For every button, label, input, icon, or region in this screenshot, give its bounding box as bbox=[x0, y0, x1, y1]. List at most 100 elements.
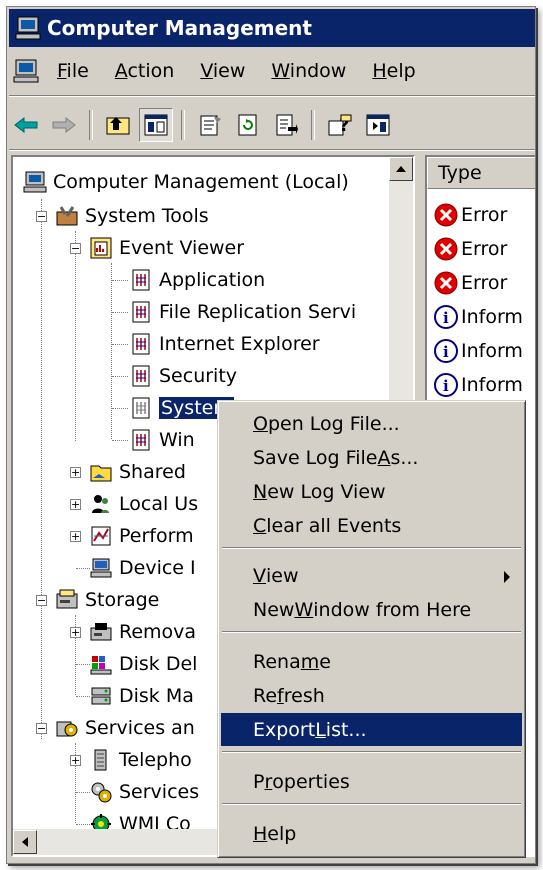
event-row[interactable]: Error bbox=[433, 267, 507, 299]
tree-item-shared-folders[interactable]: Shared bbox=[89, 457, 186, 487]
log-icon bbox=[132, 429, 150, 451]
up-one-level-button[interactable] bbox=[101, 108, 135, 142]
event-row[interactable]: Error bbox=[433, 233, 507, 265]
tree-item-label: Shared bbox=[119, 461, 186, 483]
title-bar[interactable]: Computer Management bbox=[9, 9, 535, 47]
properties-button[interactable] bbox=[193, 108, 227, 142]
show-hide-action-pane-button[interactable] bbox=[361, 108, 395, 142]
collapse-system-tools[interactable]: − bbox=[36, 211, 47, 222]
tree-item-label: Perform bbox=[119, 525, 194, 547]
event-row[interactable]: i Inform bbox=[433, 369, 523, 401]
collapse-services-and-applications[interactable]: − bbox=[36, 723, 47, 734]
tree-line bbox=[76, 696, 90, 697]
export-list-icon bbox=[276, 114, 298, 136]
tree-item-label: Telepho bbox=[119, 749, 192, 771]
event-type-label: Inform bbox=[461, 374, 523, 396]
tree-item-label: Security bbox=[159, 365, 238, 387]
forward-button[interactable] bbox=[47, 108, 81, 142]
menu-item-export-list[interactable]: Export List... bbox=[221, 713, 522, 746]
menu-item-refresh[interactable]: Re f resh bbox=[221, 679, 522, 712]
up-folder-icon bbox=[106, 117, 130, 135]
menu-separator bbox=[222, 803, 521, 805]
tree-item-file-replication-log[interactable]: File Replication Servi bbox=[129, 297, 356, 327]
tree-item-services-and-applications[interactable]: Services an bbox=[55, 713, 195, 743]
scroll-left-button[interactable] bbox=[13, 830, 37, 854]
tree-item-label: System Tools bbox=[85, 205, 209, 227]
scroll-up-arrow-icon bbox=[396, 166, 406, 172]
services-and-applications-icon bbox=[56, 721, 78, 737]
storage-icon bbox=[56, 589, 78, 609]
system-menu-icon[interactable] bbox=[13, 58, 39, 84]
menu-window[interactable]: Window bbox=[263, 60, 354, 82]
column-header-type[interactable]: Type bbox=[427, 157, 535, 189]
refresh-button[interactable] bbox=[231, 108, 265, 142]
users-icon bbox=[92, 495, 109, 513]
tree-item-disk-defragmenter[interactable]: Disk Del bbox=[89, 649, 197, 679]
menu-item-open-log-file[interactable]: Open Log File... bbox=[221, 407, 522, 440]
device-manager-icon bbox=[90, 558, 112, 578]
submenu-arrow-icon bbox=[504, 571, 510, 583]
menu-item-rename[interactable]: Rena m e bbox=[221, 645, 522, 678]
menu-item-new-log-view[interactable]: New Log View bbox=[221, 475, 522, 508]
tree-item-application-log[interactable]: Application bbox=[129, 265, 265, 295]
tree-item-system-tools[interactable]: System Tools bbox=[55, 201, 209, 231]
expand-local-users[interactable]: + bbox=[70, 499, 81, 510]
column-header-label: Type bbox=[438, 162, 482, 184]
expand-shared-folders[interactable]: + bbox=[70, 467, 81, 478]
tree-item-storage[interactable]: Storage bbox=[55, 585, 159, 615]
toolbar-separator-line bbox=[9, 149, 535, 151]
back-button[interactable] bbox=[9, 108, 43, 142]
menu-item-clear-all-events[interactable]: Clear all Events bbox=[221, 509, 522, 542]
collapse-event-viewer[interactable]: − bbox=[70, 243, 81, 254]
menu-view[interactable]: View bbox=[192, 60, 253, 82]
menu-item-view[interactable]: View bbox=[221, 559, 522, 592]
tree-item-root[interactable]: Computer Management (Local) bbox=[23, 167, 349, 197]
menu-separator bbox=[9, 95, 535, 97]
log-icon bbox=[132, 397, 150, 419]
tree-item-services[interactable]: Services bbox=[89, 777, 199, 807]
tree-item-label: Computer Management (Local) bbox=[53, 171, 349, 193]
export-list-button[interactable] bbox=[269, 108, 303, 142]
event-row[interactable]: Error bbox=[433, 199, 507, 231]
tree-item-telephony[interactable]: Telepho bbox=[89, 745, 192, 775]
toolbar-separator bbox=[89, 110, 93, 140]
tree-item-local-users[interactable]: Local Us bbox=[89, 489, 198, 519]
svg-text:i: i bbox=[443, 377, 449, 395]
tree-item-label: Event Viewer bbox=[119, 237, 245, 259]
tree-item-security-log[interactable]: Security bbox=[129, 361, 237, 391]
tree-item-label: File Replication Servi bbox=[159, 301, 357, 323]
tree-item-disk-management[interactable]: Disk Ma bbox=[89, 681, 194, 711]
tree-item-windows-log[interactable]: Win bbox=[129, 425, 195, 455]
tree-item-label: Local Us bbox=[119, 493, 199, 515]
expand-telephony[interactable]: + bbox=[70, 755, 81, 766]
scroll-up-button[interactable] bbox=[389, 157, 413, 181]
help-button[interactable]: ? bbox=[323, 108, 357, 142]
tree-item-label: Remova bbox=[119, 621, 197, 643]
tree-item-event-viewer[interactable]: Event Viewer bbox=[89, 233, 244, 263]
tree-line bbox=[76, 568, 90, 569]
tree-item-device-manager[interactable]: Device I bbox=[89, 553, 196, 583]
shared-folder-icon bbox=[90, 465, 112, 482]
show-hide-console-tree-button[interactable] bbox=[139, 108, 173, 142]
tree-line bbox=[112, 440, 128, 441]
tree-item-removable-storage[interactable]: Remova bbox=[89, 617, 196, 647]
menu-action[interactable]: Action bbox=[107, 60, 183, 82]
system-tools-icon bbox=[56, 206, 78, 226]
menu-bar: File Action View Window Help bbox=[9, 53, 535, 89]
tree-item-internet-explorer-log[interactable]: Internet Explorer bbox=[129, 329, 320, 359]
menu-item-properties[interactable]: Pr operties bbox=[221, 765, 522, 798]
menu-item-save-log-file-as[interactable]: Save Log File As... bbox=[221, 441, 522, 474]
expand-performance[interactable]: + bbox=[70, 531, 81, 542]
menu-help[interactable]: Help bbox=[364, 60, 423, 82]
event-row[interactable]: i Inform bbox=[433, 301, 523, 333]
menu-item-new-window-from-here[interactable]: New Window from Here bbox=[221, 593, 522, 626]
action-pane-icon bbox=[366, 114, 390, 136]
tree-item-performance[interactable]: Perform bbox=[89, 521, 194, 551]
collapse-storage[interactable]: − bbox=[36, 595, 47, 606]
tree-item-label: Services an bbox=[85, 717, 195, 739]
expand-removable-storage[interactable]: + bbox=[70, 627, 81, 638]
menu-file[interactable]: File bbox=[49, 60, 97, 82]
tree-item-label: Internet Explorer bbox=[159, 333, 320, 355]
event-row[interactable]: i Inform bbox=[433, 335, 523, 367]
menu-item-help[interactable]: Help bbox=[221, 817, 522, 850]
